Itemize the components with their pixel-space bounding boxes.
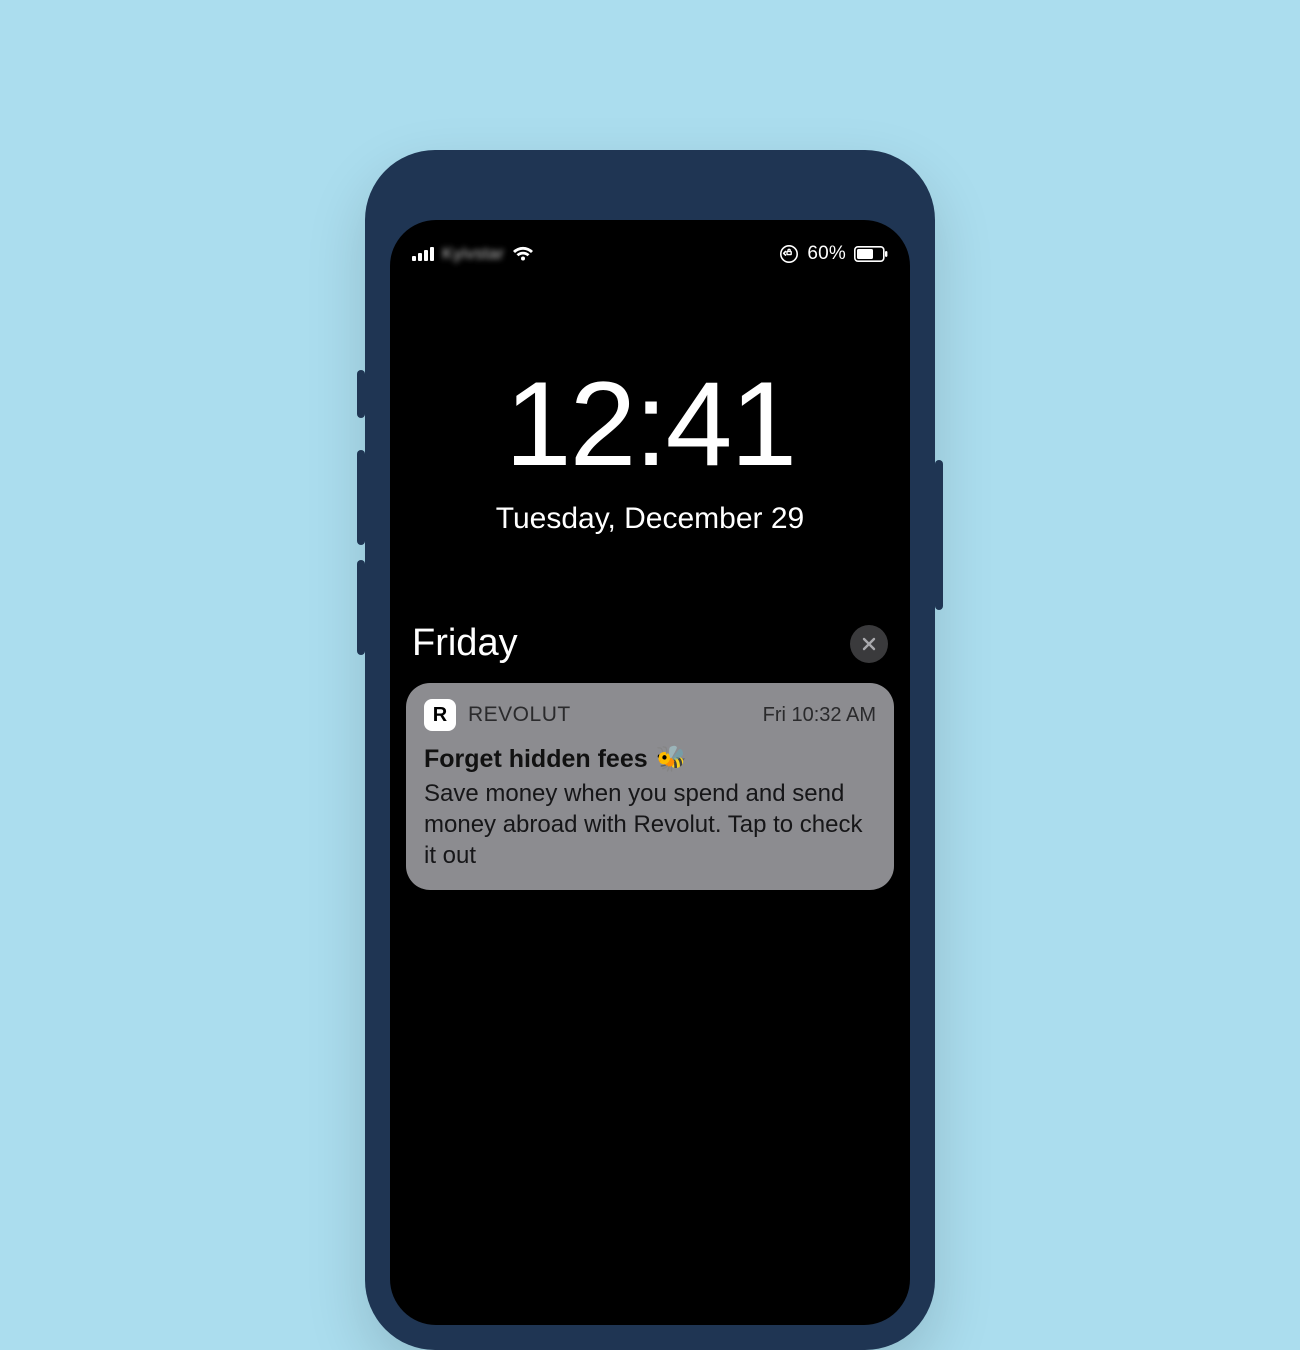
wifi-icon — [512, 246, 534, 262]
notification-timestamp: Fri 10:32 AM — [763, 704, 876, 727]
power-button — [935, 460, 943, 610]
cellular-signal-icon — [412, 247, 434, 261]
notification-title: Forget hidden fees — [424, 745, 648, 774]
close-icon — [861, 636, 877, 652]
lock-screen[interactable]: Kyivstar — [390, 220, 910, 1325]
status-bar: Kyivstar — [390, 220, 910, 268]
mute-switch — [357, 370, 365, 418]
notification-body: Save money when you spend and send money… — [424, 778, 876, 872]
bee-emoji-icon: 🐝 — [656, 745, 687, 774]
clear-notifications-button[interactable] — [850, 625, 888, 663]
notification-group-title: Friday — [412, 622, 518, 665]
lock-clock: 12:41 — [390, 364, 910, 484]
carrier-label: Kyivstar — [442, 244, 504, 264]
app-icon-letter: R — [433, 705, 447, 725]
orientation-lock-icon — [779, 244, 799, 264]
battery-percentage: 60% — [807, 243, 846, 265]
volume-up-button — [357, 450, 365, 545]
battery-icon — [854, 246, 888, 262]
app-icon: R — [424, 699, 456, 731]
volume-down-button — [357, 560, 365, 655]
notification-card[interactable]: R REVOLUT Fri 10:32 AM Forget hidden fee… — [406, 683, 894, 890]
lock-date: Tuesday, December 29 — [390, 502, 910, 536]
app-name: REVOLUT — [468, 703, 571, 727]
phone-frame: Kyivstar — [365, 150, 935, 1350]
